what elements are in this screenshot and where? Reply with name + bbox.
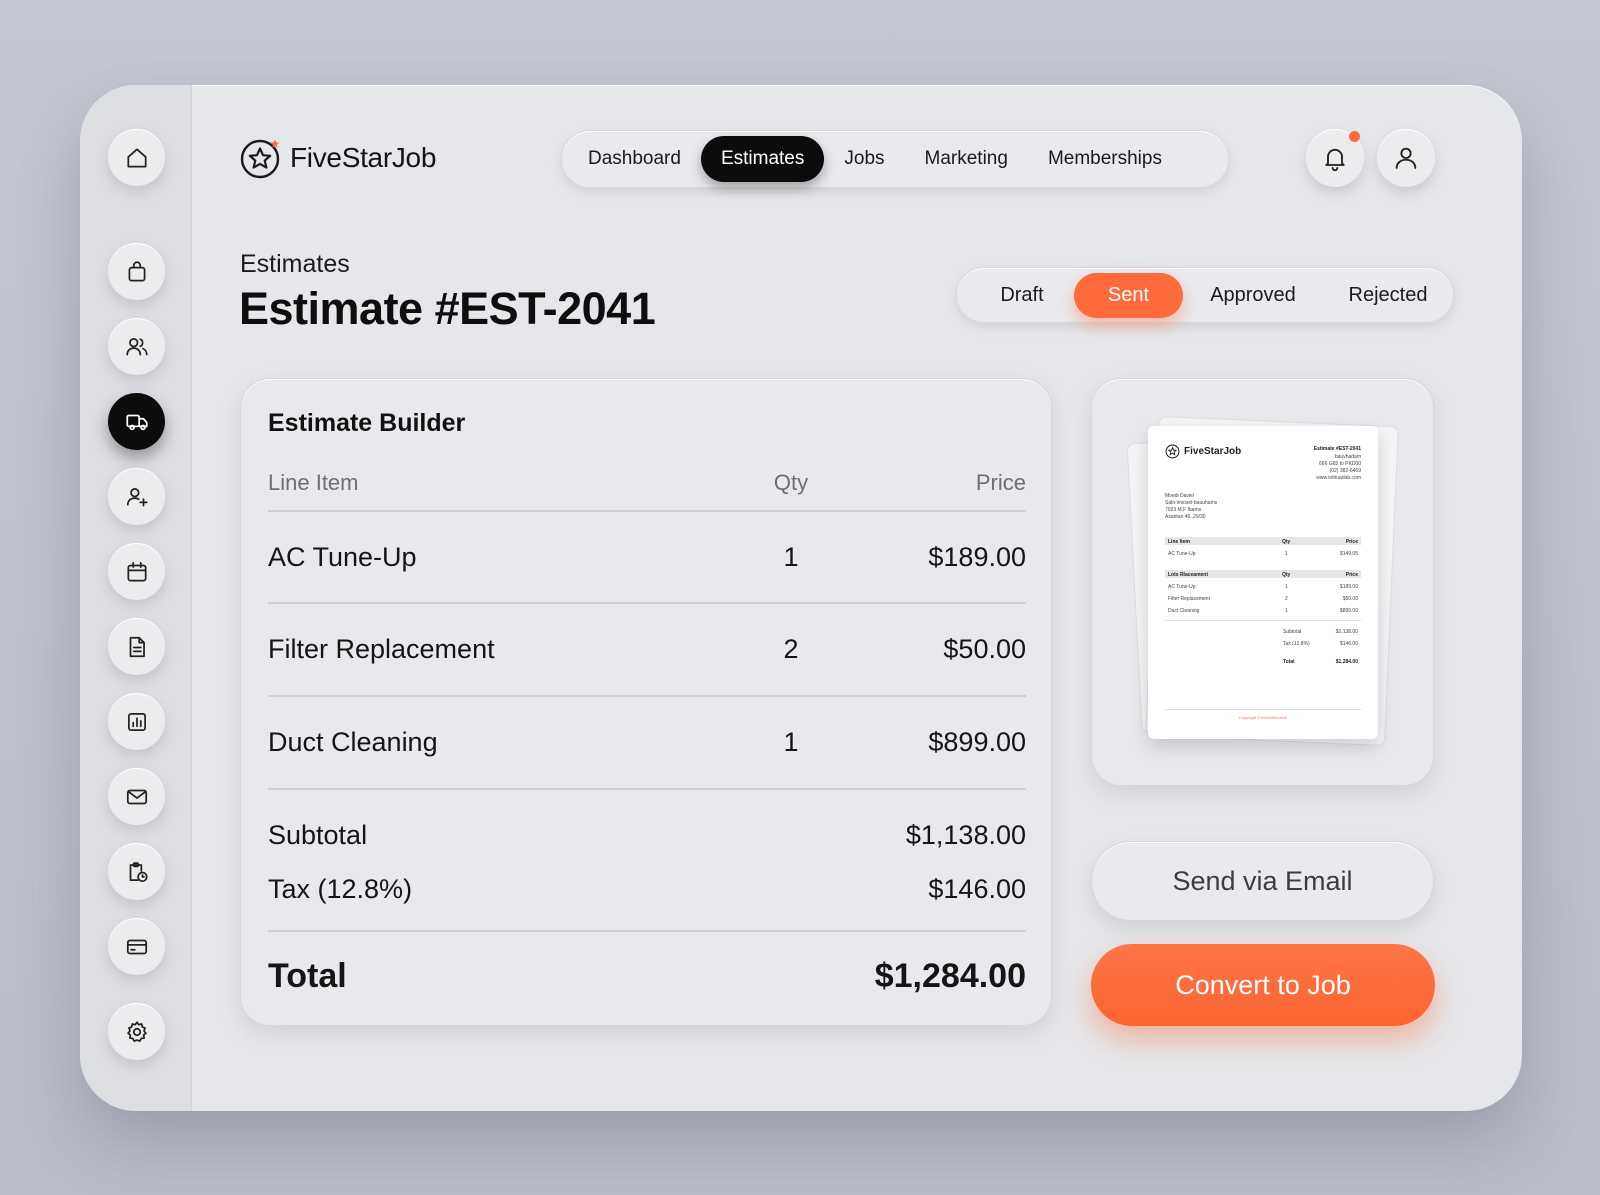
send-via-email-button[interactable]: Send via Email bbox=[1091, 841, 1434, 921]
doc-divider bbox=[1165, 620, 1361, 621]
total-value: $1,284.00 bbox=[874, 957, 1026, 995]
home-icon[interactable] bbox=[108, 129, 165, 186]
doc-row-item: Duct Cleaning bbox=[1168, 608, 1200, 614]
top-navigation: Dashboard Estimates Jobs Marketing Membe… bbox=[561, 130, 1229, 188]
notification-badge bbox=[1349, 131, 1360, 142]
doc-row-price: $189.00 bbox=[1339, 584, 1358, 590]
nav-tab-estimates[interactable]: Estimates bbox=[700, 136, 825, 182]
doc-row-qty: 2 bbox=[1285, 596, 1288, 602]
doc-col-price: Price bbox=[1345, 539, 1358, 545]
notifications-button[interactable] bbox=[1306, 129, 1364, 187]
divider bbox=[268, 930, 1026, 932]
tax-value: $146.00 bbox=[928, 874, 1026, 904]
sidebar-rail bbox=[80, 85, 192, 1111]
doc-client-line: Salo-lmiosel-bauuhams bbox=[1165, 500, 1218, 506]
doc-header-line: 666 G65 to PKD00 bbox=[1319, 461, 1361, 467]
doc-brand: FiveStarJob bbox=[1184, 446, 1242, 457]
doc-col-item: Line Item bbox=[1168, 539, 1190, 545]
doc-client-line: Moedi Daviel bbox=[1165, 493, 1194, 499]
estimate-builder-card: Estimate Builder Line Item Qty Price AC … bbox=[240, 378, 1052, 1026]
status-draft[interactable]: Draft bbox=[967, 273, 1077, 318]
column-header-price: Price bbox=[975, 470, 1026, 495]
star-logo-icon bbox=[240, 139, 280, 179]
clipboard-clock-icon[interactable] bbox=[108, 843, 165, 900]
truck-icon[interactable] bbox=[108, 393, 165, 450]
estimate-document-thumbnail: FiveStarJob Estimate #EST-2041 bauvhadam… bbox=[1148, 426, 1378, 739]
doc-header-line: www.tohiuadab.com bbox=[1316, 475, 1361, 481]
estimate-preview-card[interactable]: FiveStarJob Estimate #EST-2041 bauvhadam… bbox=[1091, 378, 1434, 786]
doc-col-price: Price bbox=[1345, 572, 1358, 578]
bar-chart-icon[interactable] bbox=[108, 693, 165, 750]
breadcrumb[interactable]: Estimates bbox=[240, 250, 350, 279]
brand-logo[interactable]: FiveStarJob bbox=[240, 137, 436, 179]
doc-footer: Copyright © fiveaHbenatob bbox=[1238, 715, 1288, 720]
total-label: Total bbox=[268, 957, 347, 995]
column-header-item: Line Item bbox=[268, 470, 359, 495]
mail-icon[interactable] bbox=[108, 768, 165, 825]
app-window: FiveStarJob Dashboard Estimates Jobs Mar… bbox=[80, 85, 1522, 1111]
builder-title: Estimate Builder bbox=[268, 409, 466, 437]
line-item-price[interactable]: $50.00 bbox=[826, 634, 1026, 665]
status-rejected[interactable]: Rejected bbox=[1329, 273, 1447, 318]
doc-client-line: 7023 M.F Ibams bbox=[1165, 507, 1202, 513]
page-title: Estimate #EST-2041 bbox=[239, 283, 656, 334]
line-item-price[interactable]: $189.00 bbox=[826, 542, 1026, 573]
line-item-name[interactable]: Duct Cleaning bbox=[268, 727, 438, 758]
doc-total-value: $1,284.00 bbox=[1335, 659, 1358, 665]
divider bbox=[268, 695, 1026, 697]
doc-row-qty: 1 bbox=[1285, 551, 1288, 557]
nav-tab-memberships[interactable]: Memberships bbox=[1028, 136, 1182, 182]
doc-client-line: Asantan 46..29/30 bbox=[1165, 514, 1206, 520]
convert-to-job-button[interactable]: Convert to Job bbox=[1091, 944, 1435, 1026]
line-item-name[interactable]: AC Tune-Up bbox=[268, 542, 417, 573]
doc-tax-value: $146.00 bbox=[1339, 641, 1358, 647]
doc-row-price: $899.00 bbox=[1339, 608, 1358, 614]
doc-row-qty: 1 bbox=[1285, 608, 1288, 614]
doc-row-item: AC Tune-Up bbox=[1168, 551, 1196, 557]
doc-tax-label: Tax (12.8%) bbox=[1283, 641, 1310, 647]
user-icon bbox=[1395, 147, 1417, 169]
doc-header-line: (02) 382-6469 bbox=[1329, 468, 1361, 474]
doc-row-item: Filter Replacement bbox=[1168, 596, 1210, 602]
tax-label: Tax (12.8%) bbox=[268, 874, 413, 904]
briefcase-icon[interactable] bbox=[108, 243, 165, 300]
divider bbox=[268, 602, 1026, 604]
doc-row-price: $50.00 bbox=[1342, 596, 1358, 602]
users-icon[interactable] bbox=[108, 318, 165, 375]
doc-total-label: Total bbox=[1283, 659, 1295, 665]
nav-tab-jobs[interactable]: Jobs bbox=[824, 136, 904, 182]
status-sent[interactable]: Sent bbox=[1074, 273, 1183, 318]
line-item-name[interactable]: Filter Replacement bbox=[268, 634, 495, 665]
user-plus-icon[interactable] bbox=[108, 468, 165, 525]
subtotal-label: Subtotal bbox=[268, 820, 368, 850]
bell-icon bbox=[1325, 148, 1345, 172]
doc-row-price: $149.05 bbox=[1339, 551, 1358, 557]
settings-icon[interactable] bbox=[108, 1003, 165, 1060]
star-logo-icon bbox=[1165, 444, 1180, 459]
divider bbox=[268, 510, 1026, 512]
divider bbox=[268, 788, 1026, 790]
nav-tab-marketing[interactable]: Marketing bbox=[905, 136, 1028, 182]
credit-card-icon[interactable] bbox=[108, 918, 165, 975]
brand-name: FiveStarJob bbox=[290, 142, 437, 173]
doc-row-item: AC Tune-Up bbox=[1168, 584, 1196, 590]
doc-divider bbox=[1165, 709, 1361, 710]
doc-header-line: bauvhadam bbox=[1334, 454, 1361, 460]
subtotal-value: $1,138.00 bbox=[905, 820, 1026, 850]
status-selector: Draft Sent Approved Rejected bbox=[956, 267, 1454, 323]
document-icon[interactable] bbox=[108, 618, 165, 675]
doc-col-qty: Qty bbox=[1282, 572, 1291, 578]
line-item-price[interactable]: $899.00 bbox=[826, 727, 1026, 758]
doc-col-qty: Qty bbox=[1282, 539, 1291, 545]
doc-table-header-band bbox=[1165, 537, 1361, 545]
profile-button[interactable] bbox=[1377, 129, 1435, 187]
status-approved[interactable]: Approved bbox=[1193, 273, 1313, 318]
doc-subtotal-label: Subtotal bbox=[1283, 629, 1302, 635]
doc-row-qty: 1 bbox=[1285, 584, 1288, 590]
calendar-icon[interactable] bbox=[108, 543, 165, 600]
doc-estimate-number: Estimate #EST-2041 bbox=[1313, 446, 1361, 452]
nav-tab-dashboard[interactable]: Dashboard bbox=[568, 136, 701, 182]
doc-col-item: Lots Rlaceament bbox=[1168, 572, 1209, 578]
doc-subtotal-value: $1,138.00 bbox=[1335, 629, 1358, 635]
